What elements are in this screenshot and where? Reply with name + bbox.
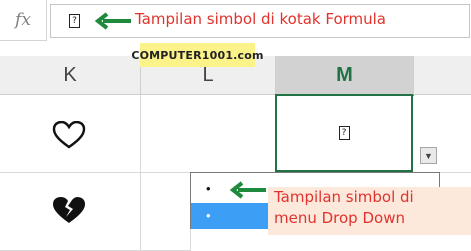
dropdown-arrow-button[interactable]: ▼ (420, 147, 437, 164)
column-header-k[interactable]: K (0, 56, 141, 95)
cell-glyph: ? (338, 126, 350, 140)
column-header-m[interactable]: M (276, 56, 414, 96)
cell-l-row1[interactable] (141, 95, 276, 173)
cell-k-row1[interactable] (0, 95, 141, 173)
function-button[interactable]: fx (0, 0, 47, 41)
formula-note: Tampilan simbol di kotak Formula (135, 10, 387, 28)
arrow-left-icon (94, 12, 131, 30)
broken-heart-icon (53, 197, 85, 223)
dropdown-note-box: Tampilan simbol di menu Drop Down (268, 187, 471, 235)
heart-outline-icon (52, 121, 86, 149)
dropdown-note-line2: menu Drop Down (274, 209, 405, 227)
fx-label: fx (15, 10, 31, 30)
cell-l-row2[interactable] (141, 173, 191, 251)
column-label: K (63, 63, 77, 86)
formula-glyph: ? (69, 14, 80, 28)
column-header-next[interactable] (414, 56, 471, 95)
watermark-label: COMPUTER1001.com (131, 43, 264, 67)
cell-k-row2[interactable] (0, 173, 141, 251)
cell-m-row1-selected[interactable]: ? (275, 94, 413, 172)
option-label: • (206, 181, 211, 196)
column-label: M (336, 63, 353, 86)
option-label: • (206, 208, 211, 223)
chevron-down-icon: ▼ (424, 150, 433, 161)
dropdown-note-line1: Tampilan simbol di (274, 188, 414, 206)
arrow-left-icon (229, 181, 266, 199)
